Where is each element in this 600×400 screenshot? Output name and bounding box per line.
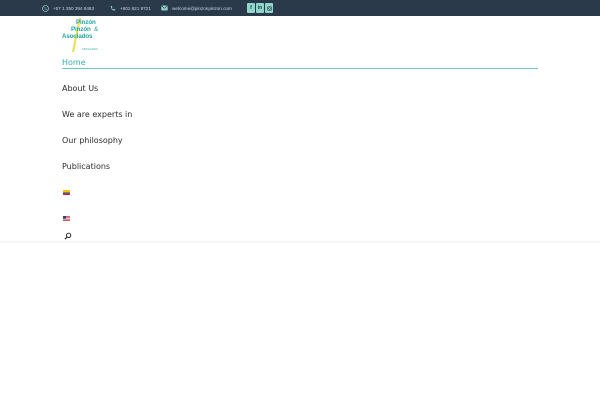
- menu-item-philosophy[interactable]: Our philosophy: [62, 136, 123, 145]
- us-flag-icon[interactable]: [63, 216, 70, 221]
- email-text: welcome@pinzonpinzon.com: [172, 5, 232, 11]
- phone-2-text: +601 621 9721: [120, 5, 151, 11]
- phone-1-text: +57 1 350 394 8463: [53, 5, 95, 11]
- phone-contact-2[interactable]: +601 621 9721: [108, 0, 151, 16]
- menu-item-about-us[interactable]: About Us: [62, 84, 98, 93]
- email-contact[interactable]: welcome@pinzonpinzon.com: [160, 0, 232, 16]
- menu-item-home[interactable]: Home: [62, 58, 86, 67]
- top-bar: +57 1 350 394 8463 +601 621 9721 welcome…: [0, 0, 600, 16]
- site-logo[interactable]: Pinzón Pinzón & Asociados ABOGADOS: [60, 18, 108, 52]
- instagram-icon[interactable]: [265, 3, 273, 13]
- logo-tagline: ABOGADOS: [82, 48, 99, 51]
- logo-ampersand: &: [94, 26, 99, 33]
- search-icon[interactable]: [64, 232, 72, 240]
- colombia-flag-icon[interactable]: [63, 190, 70, 195]
- social-links: f in: [247, 3, 273, 13]
- header-bottom-shadow: [0, 241, 600, 244]
- menu-item-publications[interactable]: Publications: [62, 162, 110, 171]
- phone-contact-1[interactable]: +57 1 350 394 8463: [41, 0, 94, 16]
- active-menu-underline: [62, 68, 538, 69]
- phone-icon: [108, 4, 116, 12]
- phone-icon: [41, 4, 49, 12]
- logo-line-3: Asociados: [62, 33, 93, 40]
- linkedin-icon[interactable]: in: [256, 3, 264, 13]
- envelope-icon: [160, 4, 168, 12]
- menu-item-experts[interactable]: We are experts in: [62, 110, 132, 119]
- facebook-icon[interactable]: f: [247, 3, 255, 13]
